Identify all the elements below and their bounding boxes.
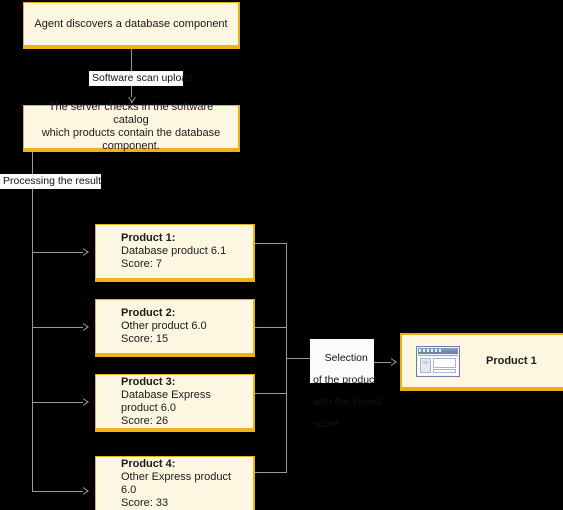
arrowhead-product-1 [83, 248, 89, 256]
connector-spine-left [32, 152, 33, 492]
window-icon-body [418, 354, 458, 375]
product-1-title: Product 1: [121, 232, 176, 244]
edge-label-processing-the-result: Processing the result [0, 174, 101, 189]
node-start-label: Agent discovers a database component [34, 17, 228, 30]
connector-product-4-out [255, 472, 286, 473]
node-product-4[interactable]: Product 4: Other Express product 6.0 Sco… [95, 456, 255, 510]
arrowhead-result [391, 358, 397, 366]
node-product-2[interactable]: Product 2: Other product 6.0 Score: 15 [95, 299, 255, 357]
arrowhead-product-3 [83, 398, 89, 406]
window-icon-left-pane [420, 357, 431, 373]
product-2-score: Score: 15 [121, 333, 169, 345]
node-product-3-text: Product 3: Database Express product 6.0 … [96, 376, 253, 428]
connector-to-product-2 [32, 327, 83, 328]
arrowhead-product-2 [83, 323, 89, 331]
connector-to-product-1 [32, 252, 83, 253]
product-2-name: Other product 6.0 [121, 320, 207, 332]
arrowhead-servercheck [128, 97, 136, 103]
connector-product-2-out [255, 327, 286, 328]
node-selection: Selection of the product with the lowest… [310, 339, 382, 430]
product-3-title: Product 3: [121, 375, 176, 388]
result-label: Product 1 [486, 354, 537, 367]
window-icon-menu-dots [419, 348, 441, 352]
product-1-score: Score: 7 [121, 258, 162, 270]
node-result-content: Product 1 [402, 345, 545, 377]
selection-line2: of the product [313, 374, 378, 386]
flowchart-canvas: Agent discovers a database component Sof… [0, 0, 563, 510]
product-2-title: Product 2: [121, 307, 176, 319]
node-result-product-1[interactable]: Product 1 [400, 333, 563, 391]
selection-line1: Selection [324, 352, 368, 364]
window-icon-right-pane-bottom [433, 368, 456, 373]
node-product-1-text: Product 1: Database product 6.1 Score: 7 [96, 232, 234, 271]
node-product-1[interactable]: Product 1: Database product 6.1 Score: 7 [95, 224, 255, 282]
node-server-check[interactable]: The server checks in the software catalo… [23, 101, 240, 152]
node-product-4-text: Product 4: Other Express product 6.0 Sco… [96, 458, 253, 510]
node-server-check-line2: which products contain the database comp… [41, 127, 221, 152]
arrowhead-product-4 [83, 487, 89, 495]
product-1-name: Database product 6.1 [121, 245, 227, 257]
node-server-check-label: The server checks in the software catalo… [24, 101, 238, 153]
connector-product-1-out [255, 243, 286, 244]
node-product-3[interactable]: Product 3: Database Express product 6.0 … [95, 374, 255, 432]
connector-merge-to-selection [286, 358, 310, 359]
product-4-name: Other Express product 6.0 [121, 470, 232, 496]
connector-to-product-4 [32, 491, 83, 492]
connector-product-3-out [255, 393, 286, 394]
connector-to-product-3 [32, 402, 83, 403]
node-product-2-text: Product 2: Other product 6.0 Score: 15 [96, 307, 215, 346]
product-4-title: Product 4: [121, 457, 176, 470]
node-start[interactable]: Agent discovers a database component [23, 2, 240, 49]
selection-line3: with the lowest [313, 396, 382, 408]
window-icon-right-pane-top [433, 357, 456, 368]
node-server-check-line1: The server checks in the software catalo… [48, 101, 214, 126]
product-3-name: Database Express product 6.0 [121, 388, 211, 414]
product-3-score: Score: 26 [121, 414, 169, 427]
edge-label-software-scan-upload: Software scan upload [89, 71, 193, 86]
selection-line4: score [313, 418, 339, 430]
application-window-icon [416, 345, 460, 377]
product-4-score: Score: 33 [121, 496, 169, 509]
